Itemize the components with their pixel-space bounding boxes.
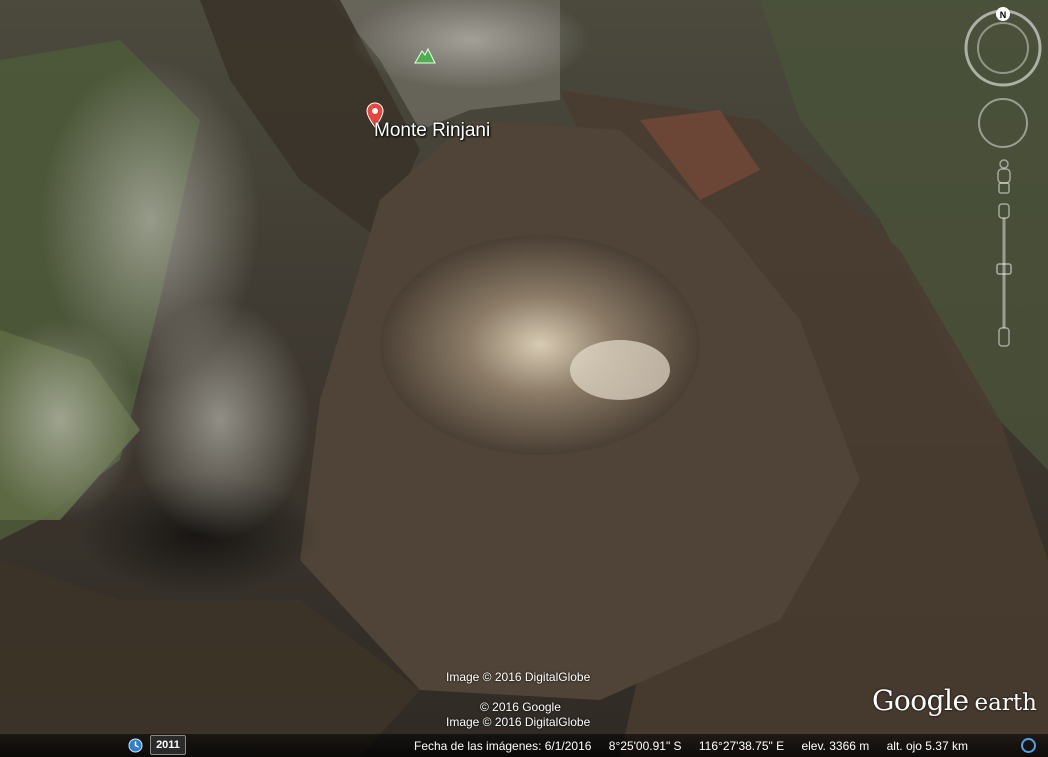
- google-copyright: © 2016 Google: [480, 700, 561, 714]
- mountain-peak-icon[interactable]: [414, 46, 436, 64]
- google-earth-logo: Google earth: [872, 684, 1037, 717]
- look-joystick[interactable]: [978, 98, 1028, 148]
- eye-altitude-readout: alt. ojo 5.37 km: [886, 739, 968, 753]
- longitude-readout: 116°27'38.75" E: [698, 739, 785, 753]
- brand-earth: earth: [974, 690, 1037, 716]
- status-readout: Fecha de las imágenes: 6/1/2016 8°25'00.…: [414, 739, 982, 753]
- elevation-readout: elev. 3366 m: [801, 739, 870, 753]
- historical-imagery-clock-icon[interactable]: [128, 738, 143, 753]
- brand-google: Google: [872, 684, 969, 717]
- satellite-terrain[interactable]: [0, 0, 1048, 757]
- imagery-date: Fecha de las imágenes: 6/1/2016: [414, 739, 592, 753]
- navigation-controls: N: [964, 7, 1042, 347]
- compass-north-label: N: [1000, 10, 1007, 20]
- latitude-readout: 8°25'00.91" S: [608, 739, 682, 753]
- imagery-credit-secondary: Image © 2016 DigitalGlobe: [446, 715, 591, 729]
- zoom-slider[interactable]: [996, 203, 1012, 347]
- historical-year-badge[interactable]: 2011: [150, 735, 186, 755]
- street-view-pegman-icon[interactable]: [997, 159, 1011, 194]
- compass-ring[interactable]: N: [964, 7, 1042, 87]
- loading-indicator-icon: [1021, 738, 1036, 753]
- imagery-credit: Image © 2016 DigitalGlobe: [446, 670, 591, 684]
- place-label[interactable]: Monte Rinjani: [374, 120, 490, 142]
